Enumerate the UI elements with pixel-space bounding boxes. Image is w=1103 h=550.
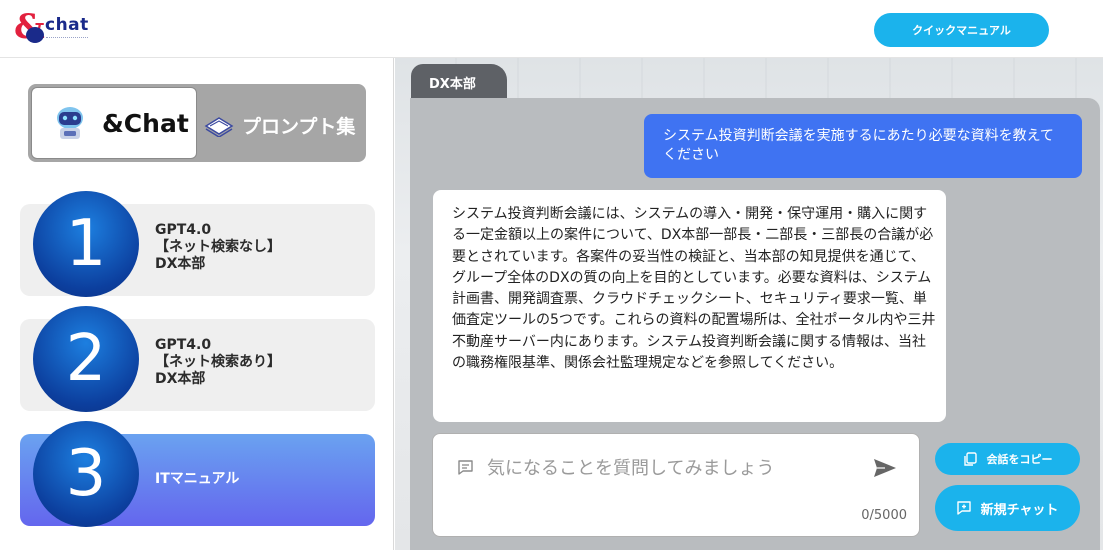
chat-input-box: 0/5000 [432,433,920,537]
assistant-message: システム投資判断会議には、システムの導入・開発・保守運用・購入に関する一定金額以… [433,190,946,422]
chat-area: システム投資判断会議を実施するにあたり必要な資料を教えてください システム投資判… [410,98,1100,550]
logo-word: chat [45,15,89,35]
user-message: システム投資判断会議を実施するにあたり必要な資料を教えてください [644,114,1082,178]
copy-icon [963,452,977,466]
mode-chat-tab[interactable]: &Chat [31,87,197,159]
model-option-1[interactable]: 1 GPT4.0 【ネット検索なし】 DX本部 [20,191,375,297]
mode-chat-label: &Chat [102,109,189,138]
model-number-badge: 2 [33,306,139,412]
chat-input[interactable] [487,454,847,482]
robot-icon [57,107,83,139]
send-icon[interactable] [873,458,897,478]
quick-manual-button[interactable]: クイックマニュアル [874,13,1049,47]
mode-prompt-tab[interactable]: プロンプト集 [202,87,362,159]
mode-prompt-label: プロンプト集 [242,116,356,138]
and-chat-logo[interactable]: & chat [14,9,104,49]
model-number-badge: 3 [33,421,139,527]
model-option-3-selected[interactable]: 3 ITマニュアル [20,421,375,527]
app-header: & chat クイックマニュアル [0,0,1103,58]
model-info: GPT4.0 【ネット検索なし】 DX本部 [155,222,281,272]
model-info: GPT4.0 【ネット検索あり】 DX本部 [155,337,281,387]
new-chat-icon [956,501,971,515]
new-chat-button[interactable]: 新規チャット [935,485,1080,531]
chat-bubble-icon [458,460,473,475]
model-number-badge: 1 [33,191,139,297]
logo-badge [26,27,44,43]
chat-panel: DX本部 システム投資判断会議を実施するにあたり必要な資料を教えてください シス… [395,58,1103,550]
model-option-2[interactable]: 2 GPT4.0 【ネット検索あり】 DX本部 [20,306,375,412]
model-info: ITマニュアル [155,471,240,487]
new-chat-button-label: 新規チャット [980,502,1059,518]
left-panel: &Chat プロンプト集 1 GPT4.0 【ネット検索なし】 DX本部 2 G… [0,58,394,550]
copy-conversation-button[interactable]: 会話をコピー [935,443,1080,475]
copy-button-label: 会話をコピー [986,453,1053,466]
character-counter: 0/5000 [861,508,907,523]
book-icon [204,117,234,137]
mode-switch: &Chat プロンプト集 [28,84,366,162]
logo-tagline [46,37,88,40]
